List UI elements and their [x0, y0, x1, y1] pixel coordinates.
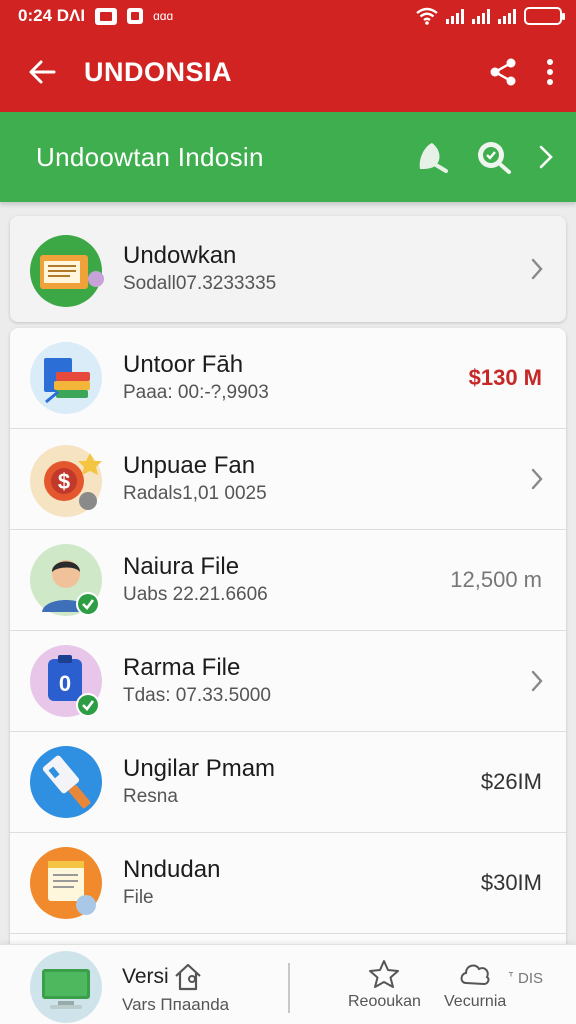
file-list: Untoor Fāh Paaa: 00:-?,9903 $130 M $ Unp… — [10, 328, 566, 1024]
star-icon — [369, 960, 400, 988]
notification-message-icon — [127, 8, 144, 24]
item-subtitle: File — [123, 887, 154, 908]
home-icon — [175, 963, 201, 991]
featured-avatar — [30, 233, 104, 307]
list-item[interactable]: Naiura File Uabs 22.21.6606 12,500 m — [10, 530, 566, 631]
clipboard-icon: 0 — [30, 645, 102, 717]
item-avatar — [30, 544, 102, 616]
app-title: UNDONSIA — [84, 56, 233, 87]
item-value: $26IM — [480, 769, 542, 794]
books-icon — [30, 342, 102, 414]
more-vert-icon — [547, 59, 553, 85]
list-item[interactable]: 0 Rarma File Tdas: 07.33.5000 — [10, 631, 566, 732]
app-bar: UNDONSIA — [0, 32, 576, 112]
item-value: $30IM — [480, 870, 542, 895]
featured-item[interactable]: Undowkan Sodall07.3233335 — [10, 216, 566, 322]
search-check-button[interactable] — [476, 140, 512, 174]
gear-dollar-icon: $ — [30, 445, 102, 517]
chevron-right-icon — [539, 145, 553, 169]
svg-text:0: 0 — [59, 671, 71, 696]
signal-icon-1 — [446, 8, 464, 24]
back-button[interactable] — [0, 59, 84, 85]
monitor-icon — [30, 951, 102, 1023]
home-button[interactable] — [172, 961, 204, 998]
featured-card[interactable]: Undowkan Sodall07.3233335 — [10, 216, 566, 322]
chevron-right-icon — [531, 258, 543, 280]
item-subtitle: Tdas: 07.33.5000 — [123, 685, 271, 706]
bottom-title: Versi — [122, 965, 169, 988]
more-options-button[interactable] — [546, 58, 554, 86]
notepad-icon — [30, 847, 102, 919]
cloud-icon — [460, 964, 490, 986]
list-item[interactable]: $ Unpuae Fan Radals1,01 0025 — [10, 429, 566, 530]
item-avatar — [30, 847, 102, 919]
signal-icon-3 — [498, 8, 516, 24]
leaf-button[interactable] — [416, 141, 450, 173]
featured-subtitle: Sodall07.3233335 — [123, 273, 277, 294]
featured-title: Undowkan — [123, 242, 237, 269]
tab-reooukan[interactable]: Reooukan — [348, 959, 421, 1011]
share-button[interactable] — [488, 57, 518, 87]
item-title: Nndudan — [123, 856, 221, 883]
signal-icon-2 — [472, 8, 490, 24]
usb-drive-icon — [30, 746, 102, 818]
sub-header-title: Undoowtan Indosin — [36, 141, 264, 172]
wifi-icon — [416, 7, 438, 25]
item-avatar — [30, 342, 102, 414]
list-item[interactable]: Ungilar Pmam Resna $26IM — [10, 732, 566, 833]
item-value: 12,500 m — [450, 567, 542, 592]
search-check-icon — [478, 142, 511, 174]
sub-header-forward-button[interactable] — [538, 144, 554, 170]
item-avatar: $ — [30, 443, 102, 517]
tab-label: Vecurnia — [444, 993, 507, 1010]
item-title: Ungilar Pmam — [123, 755, 276, 782]
chevron-right-icon — [531, 468, 543, 490]
item-title: Naiura File — [123, 553, 240, 580]
item-title: Rarma File — [123, 654, 241, 681]
tab-vecurnia[interactable]: Vecurnia — [444, 959, 506, 1011]
sub-header: Undoowtan Indosin — [0, 112, 576, 202]
back-arrow-icon — [29, 60, 56, 84]
document-box-icon — [30, 235, 104, 307]
leaf-icon — [419, 143, 448, 173]
item-title: Untoor Fāh — [123, 351, 244, 378]
status-bar: 0:24 DΛI ɑɑɑ — [0, 0, 576, 32]
chevron-right-icon — [531, 670, 543, 692]
bottom-divider — [288, 963, 290, 1013]
bottom-subtitle: Vars Ппаanda — [122, 995, 230, 1014]
person-avatar-icon — [30, 544, 102, 616]
item-avatar: 0 — [30, 645, 102, 717]
bottom-avatar — [30, 951, 102, 1023]
list-item[interactable]: Untoor Fāh Paaa: 00:-?,9903 $130 M — [10, 328, 566, 429]
item-subtitle: Uabs 22.21.6606 — [123, 584, 268, 605]
item-subtitle: Resna — [123, 786, 178, 807]
list-item[interactable]: Nndudan File $30IM — [10, 833, 566, 934]
tab-label: Reooukan — [348, 993, 421, 1010]
battery-icon — [524, 7, 565, 25]
svg-text:$: $ — [58, 469, 70, 494]
item-subtitle: Paaa: 00:-?,9903 — [123, 382, 269, 403]
item-title: Unpuae Fan — [123, 452, 256, 479]
item-value: $130 M — [468, 365, 542, 390]
notification-app-icon — [95, 7, 118, 25]
item-avatar — [30, 746, 102, 818]
status-time: 0:24 DΛI — [18, 6, 86, 25]
share-icon — [490, 58, 516, 86]
bottom-extra-label: ᐪ DIS — [508, 970, 544, 987]
bottom-bar: Versi Vars Ппаanda Reooukan Vecurnia ᐪ D… — [0, 944, 576, 1024]
item-subtitle: Radals1,01 0025 — [123, 483, 267, 504]
status-notification-text: ɑɑɑ — [153, 9, 174, 23]
